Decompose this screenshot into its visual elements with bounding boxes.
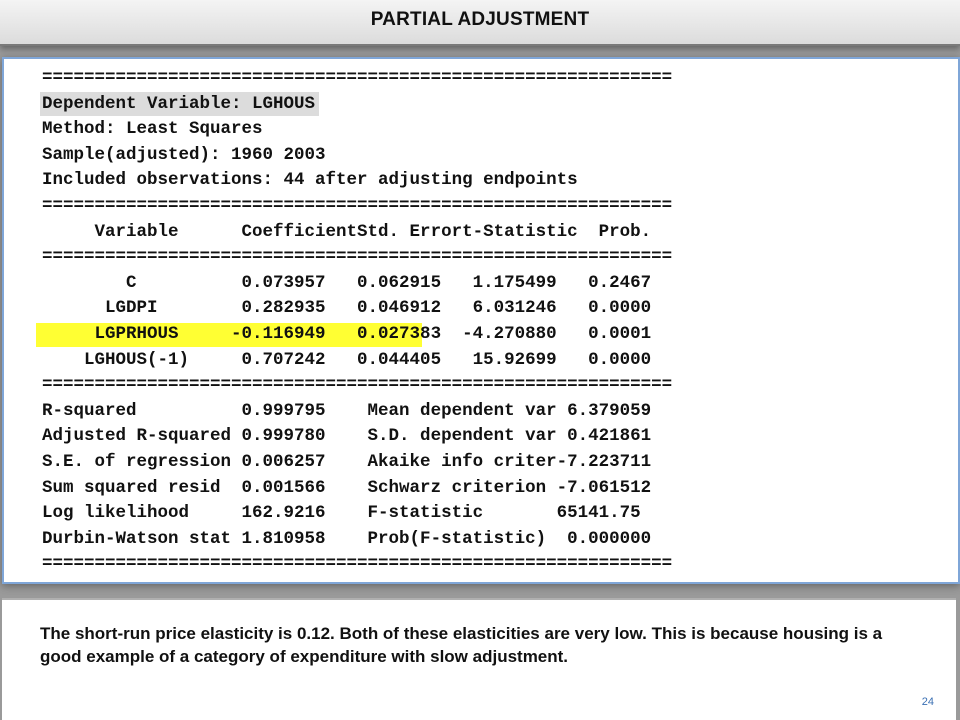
regression-output-panel: ========================================… [2,57,960,584]
title-bar: PARTIAL ADJUSTMENT [0,0,960,46]
stat-row-durbin-watson: Durbin-Watson stat 1.810958 Prob(F-stati… [42,528,652,549]
regression-output: ========================================… [36,66,673,578]
slide-title: PARTIAL ADJUSTMENT [370,9,590,30]
separator-line: ========================================… [42,554,673,575]
separator-line: ========================================… [42,247,673,268]
dependent-variable-line: Dependent Variable: LGHOUS [40,91,672,118]
stat-row-sum-squared-resid: Sum squared resid 0.001566 Schwarz crite… [42,477,652,498]
stat-row-r-squared: R-squared 0.999795 Mean dependent var 6.… [42,400,652,421]
coefficient-row-c: C 0.073957 0.062915 1.175499 0.2467 [42,272,652,293]
dependent-variable-label: Dependent Variable: LGHOUS [40,91,320,116]
coefficient-row-lgprhous: LGPRHOUS -0.116949 0.027383 -4.270880 0.… [36,322,672,348]
note-text: The short-run price elasticity is 0.12. … [40,624,883,666]
page-number: 24 [921,696,934,708]
separator-line: ========================================… [42,195,673,216]
stat-row-se-regression: S.E. of regression 0.006257 Akaike info … [42,451,652,472]
coefficient-row-lgdpi: LGDPI 0.282935 0.046912 6.031246 0.0000 [42,298,652,319]
separator-line: ========================================… [42,68,673,88]
coefficient-row-lghous-lag: LGHOUS(-1) 0.707242 0.044405 15.92699 0.… [42,349,652,370]
sample-line: Sample(adjusted): 1960 2003 [42,144,326,165]
coefficient-table-header: Variable CoefficientStd. Errort-Statisti… [42,221,652,242]
separator-line: ========================================… [42,375,673,396]
coefficient-row-lgprhous-text: LGPRHOUS -0.116949 0.027383 -4.270880 0.… [42,323,652,344]
note-area: The short-run price elasticity is 0.12. … [2,598,956,720]
stat-row-log-likelihood: Log likelihood 162.9216 F-statistic 6514… [42,503,641,524]
method-line: Method: Least Squares [42,119,263,140]
observations-line: Included observations: 44 after adjustin… [42,170,578,191]
stat-row-adjusted-r-squared: Adjusted R-squared 0.999780 S.D. depende… [42,426,652,447]
